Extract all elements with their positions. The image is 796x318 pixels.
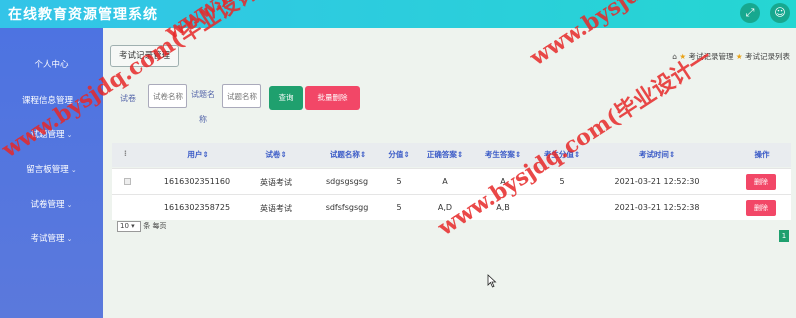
sidebar-item-label: 留言板管理 [26, 165, 69, 175]
col-action: 操作 [754, 150, 770, 159]
cell-question: sdfsfsgsgg [325, 203, 369, 212]
sidebar-item-label: 试题管理 [30, 130, 65, 140]
paper-search-input[interactable] [148, 84, 187, 108]
sidebar-item-personal-center[interactable]: 个人中心 [0, 58, 103, 70]
col-score[interactable]: 分值⇕ [384, 149, 414, 160]
col-paper[interactable]: 试卷⇕ [256, 149, 296, 160]
star-icon: ★ [679, 52, 687, 61]
sidebar-item-label: 课程信息管理 [22, 96, 74, 106]
cell-correct: A [442, 177, 448, 186]
sidebar-item-course-info[interactable]: 课程信息管理 ⌄ [0, 94, 103, 106]
col-question[interactable]: 试题名称⇕ [318, 149, 378, 160]
col-correct[interactable]: 正确答案⇕ [420, 149, 470, 160]
cell-user: 1616302358725 [163, 203, 231, 212]
cell-score: 5 [396, 177, 402, 186]
col-answer[interactable]: 考生答案⇕ [478, 149, 528, 160]
user-icon[interactable]: ☺ [770, 3, 790, 23]
page-size-select[interactable]: 10 ▾ [117, 221, 141, 232]
cell-got: 5 [559, 177, 565, 186]
question-label: 试题名 [191, 90, 215, 99]
expand-icon[interactable]: ⤢ [740, 3, 760, 23]
cell-time: 2021-03-21 12:52:38 [614, 203, 700, 212]
home-icon[interactable]: ⌂ [672, 52, 677, 61]
cell-answer: A,B [496, 203, 510, 212]
question-search-input[interactable] [222, 84, 261, 108]
cell-time: 2021-03-21 12:52:30 [614, 177, 700, 186]
main-content: 考试记录管理 ⌂ ★ 考试记录管理 ★ 考试记录列表 试卷 试题名 称 查询 批… [103, 36, 796, 318]
page-size-suffix: 条 每页 [143, 222, 167, 230]
star-icon: ★ [735, 52, 743, 61]
breadcrumb-item[interactable]: 考试记录管理 [688, 52, 733, 61]
col-user[interactable]: 用户⇕ [178, 149, 218, 160]
table-row: 1616302351160 英语考试 sdgsgsgsg 5 A A 5 202… [112, 168, 791, 194]
chevron-down-icon: ⌄ [66, 235, 73, 243]
breadcrumb: ⌂ ★ 考试记录管理 ★ 考试记录列表 [672, 51, 790, 62]
row-checkbox[interactable] [124, 178, 131, 185]
app-header: 在线教育资源管理系统 ⤢ ☺ [0, 0, 796, 28]
batch-delete-button[interactable]: 批量删除 [305, 86, 360, 110]
cell-answer: A [500, 177, 506, 186]
sidebar-item-exam-mgmt[interactable]: 考试管理 ⌄ [0, 232, 103, 244]
paper-label: 试卷 [120, 94, 136, 103]
delete-button[interactable]: 删除 [746, 174, 776, 190]
cell-correct: A,D [437, 203, 453, 212]
page-number-button[interactable]: 1 [779, 230, 789, 242]
cell-paper: 英语考试 [260, 178, 292, 187]
chevron-down-icon: ⌄ [70, 166, 77, 174]
search-button[interactable]: 查询 [269, 86, 303, 110]
sidebar-item-label: 个人中心 [34, 60, 69, 70]
table-row: 1616302358725 英语考试 sdfsfsgsgg 5 A,D A,B … [112, 194, 791, 220]
delete-button[interactable]: 删除 [746, 200, 776, 216]
chevron-down-icon: ⌄ [75, 97, 81, 105]
chevron-down-icon: ⌄ [66, 201, 73, 209]
select-all-checkbox[interactable]: ⁝ [124, 149, 127, 158]
chevron-down-icon: ⌄ [66, 131, 73, 139]
page-size-control: 10 ▾ 条 每页 [117, 221, 166, 232]
cell-question: sdgsgsgsg [325, 177, 369, 186]
mouse-cursor-icon [487, 274, 497, 288]
app-title: 在线教育资源管理系统 [8, 7, 158, 23]
col-time[interactable]: 考试时间⇕ [622, 149, 692, 160]
col-got[interactable]: 考生分值⇕ [537, 149, 587, 160]
sidebar-item-question-mgmt[interactable]: 试题管理 ⌄ [0, 128, 103, 140]
sidebar-item-label: 考试管理 [30, 234, 65, 244]
cell-paper: 英语考试 [260, 204, 292, 213]
breadcrumb-item: 考试记录列表 [745, 52, 790, 61]
panel-title: 考试记录管理 [110, 45, 180, 67]
sidebar-item-paper-mgmt[interactable]: 试卷管理 ⌄ [0, 198, 103, 210]
sidebar-item-message-board[interactable]: 留言板管理 ⌄ [0, 163, 103, 175]
table-header: ⁝ 用户⇕ 试卷⇕ 试题名称⇕ 分值⇕ 正确答案⇕ 考生答案⇕ 考生分值⇕ 考试… [112, 143, 791, 167]
cell-user: 1616302351160 [163, 177, 231, 186]
sidebar-item-label: 试卷管理 [30, 200, 65, 210]
cell-score: 5 [396, 203, 402, 212]
sidebar: 个人中心 课程信息管理 ⌄ 试题管理 ⌄ 留言板管理 ⌄ 试卷管理 ⌄ 考试管理 ⌄ [0, 28, 103, 318]
question-label-tail: 称 [199, 115, 207, 124]
